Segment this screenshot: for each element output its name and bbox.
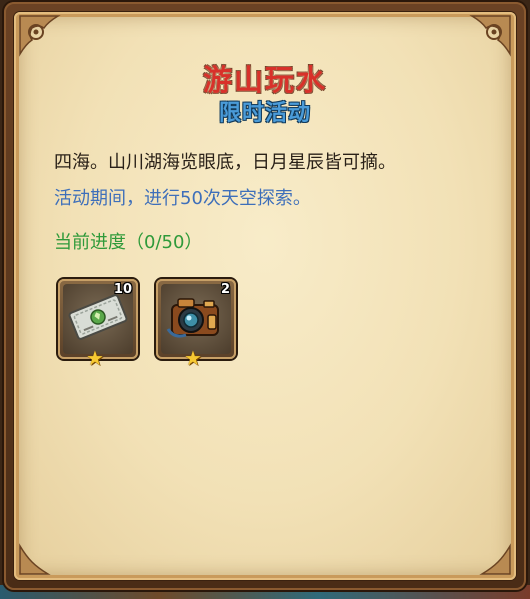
corner-ornament-icon <box>479 543 511 575</box>
dialog-title: 游山玩水 <box>202 63 327 97</box>
ticket-icon <box>68 294 128 340</box>
activity-period-text: 活动期间，进行50次天空探索。 <box>54 188 311 209</box>
reward-slot-camera[interactable]: 2 ★ <box>156 279 236 368</box>
dialog-subtitle: 限时活动 <box>218 101 311 126</box>
star-icon: ★ <box>86 346 104 370</box>
reward-slot-ticket[interactable]: 10 ★ <box>58 279 138 368</box>
camera-icon <box>166 298 219 338</box>
reward-count: 2 <box>220 282 230 297</box>
corner-ornament-icon <box>19 543 51 575</box>
event-description: 四海。山川湖海览眼底，日月星辰皆可摘。 <box>54 152 396 173</box>
star-icon: ★ <box>184 346 202 370</box>
reward-count: 10 <box>113 282 132 297</box>
progress-text: 当前进度（0/50） <box>54 232 203 253</box>
